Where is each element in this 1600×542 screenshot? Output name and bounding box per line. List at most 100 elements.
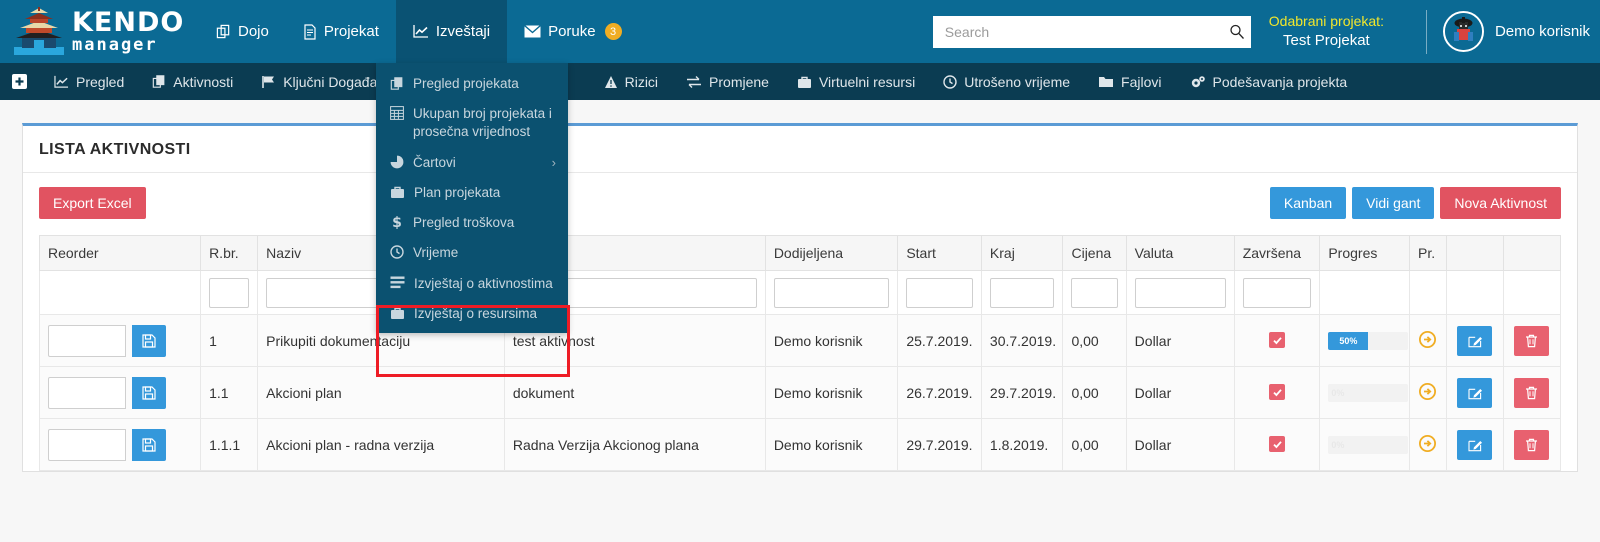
completed-checkbox[interactable] <box>1269 436 1286 453</box>
table-toolbar: Export Excel Kanban Vidi gant Nova Aktiv… <box>39 187 1561 235</box>
edit-pencil-icon[interactable] <box>1457 325 1493 356</box>
th-pr[interactable]: Pr. <box>1409 235 1447 271</box>
subnav-item-rizici[interactable]: Rizici <box>590 63 672 100</box>
trash-icon[interactable] <box>1514 325 1550 356</box>
dropdown-item-izvjestaj-o-aktivnostima[interactable]: Izvještaj o aktivnostima <box>376 269 568 299</box>
filter-input-rbr[interactable] <box>209 277 250 308</box>
dropdown-item-plan-projekata[interactable]: Plan projekata <box>376 178 568 208</box>
list-icon <box>390 276 405 289</box>
th-kraj[interactable]: Kraj <box>980 235 1064 271</box>
save-disk-icon[interactable] <box>132 324 166 357</box>
application-window: KENDO manager Dojo Projekat Izveštaji Po… <box>0 0 1600 542</box>
cell-cijena: 0,00 <box>1062 418 1127 471</box>
edit-pencil-icon[interactable] <box>1457 429 1493 460</box>
user-menu[interactable]: Demo korisnik <box>1442 11 1594 52</box>
brand-logo[interactable]: KENDO manager <box>0 0 185 63</box>
cell-rbr: 1 <box>200 314 259 367</box>
nav-item-izvestaji[interactable]: Izveštaji <box>395 0 508 63</box>
cell-start: 25.7.2019. <box>897 314 982 367</box>
th-dodijeljena[interactable]: Dodijeljena <box>764 235 899 271</box>
subnav-item-promjene[interactable]: Promjene <box>672 63 783 100</box>
filter-input-kraj[interactable] <box>989 277 1055 308</box>
table-header-row: Reorder R.br. Naziv Dodijeljena Start Kr… <box>38 235 1562 271</box>
dropdown-label-izvjestaj-o-resursima: Izvještaj o resursima <box>414 305 538 321</box>
completed-checkbox[interactable] <box>1269 384 1286 401</box>
reorder-input[interactable] <box>48 324 126 357</box>
nav-item-dojo[interactable]: Dojo <box>199 0 286 63</box>
dropdown-item-ukupan-broj-projekata[interactable]: Ukupan broj projekata i prosečna vrijedn… <box>376 99 568 147</box>
trash-icon[interactable] <box>1514 377 1550 408</box>
th-progres[interactable]: Progres <box>1319 235 1411 271</box>
panel-body: Export Excel Kanban Vidi gant Nova Aktiv… <box>23 173 1577 471</box>
filter-input-zavrsena[interactable] <box>1242 277 1312 308</box>
th-start[interactable]: Start <box>897 235 982 271</box>
th-valuta[interactable]: Valuta <box>1125 235 1235 271</box>
nav-item-projekat[interactable]: Projekat <box>286 0 396 63</box>
arrow-circle-right-icon[interactable] <box>1419 330 1437 348</box>
cell-progres: 0% <box>1319 418 1411 471</box>
chart-line-icon <box>54 75 69 89</box>
th-edit <box>1445 235 1504 271</box>
filter-input-cijena[interactable] <box>1071 277 1118 308</box>
nav-item-poruke[interactable]: Poruke 3 <box>507 0 639 63</box>
subnav-item-utroseno-vrijeme[interactable]: Utrošeno vrijeme <box>929 63 1084 100</box>
dollar-icon: $ <box>390 215 404 230</box>
search-input[interactable] <box>932 15 1251 48</box>
dropdown-item-pregled-projekata[interactable]: Pregled projekata <box>376 69 568 99</box>
dropdown-item-vrijeme[interactable]: Vrijeme <box>376 238 568 268</box>
save-disk-icon[interactable] <box>132 428 166 461</box>
reorder-input[interactable] <box>48 376 126 409</box>
table-row[interactable]: 1.1.1 Akcioni plan - radna verzija Radna… <box>38 418 1562 471</box>
project-subnav-bar: Pregled Aktivnosti Ključni Događaji Rizi… <box>0 63 1600 100</box>
new-activity-button[interactable]: Nova Aktivnost <box>1440 187 1561 219</box>
cell-edit <box>1445 418 1504 471</box>
table-icon <box>390 106 404 121</box>
search-box[interactable] <box>932 15 1251 48</box>
progress-label: 0% <box>1331 439 1345 450</box>
dropdown-item-izvjestaj-o-resursima[interactable]: Izvještaj o resursima <box>376 299 568 333</box>
trash-icon[interactable] <box>1514 429 1550 460</box>
th-zavrsena[interactable]: Završena <box>1233 235 1321 271</box>
copy-icon <box>216 24 231 39</box>
filter-input-dodijeljena[interactable] <box>773 277 890 308</box>
cell-dodijeljena: Demo korisnik <box>764 418 899 471</box>
dropdown-item-pregled-troskova[interactable]: $ Pregled troškova <box>376 208 568 238</box>
subnav-item-aktivnosti[interactable]: Aktivnosti <box>138 63 247 100</box>
subnav-item-fajlovi[interactable]: Fajlovi <box>1084 63 1175 100</box>
save-disk-icon[interactable] <box>132 376 166 409</box>
cell-reorder <box>38 418 202 471</box>
header-right-cluster: Odabrani projekat: Test Projekat <box>932 0 1600 63</box>
th-reorder[interactable]: Reorder <box>38 235 202 271</box>
flag-icon <box>261 75 276 89</box>
search-submit-button[interactable] <box>1229 24 1245 40</box>
th-rbr[interactable]: R.br. <box>200 235 259 271</box>
subnav-item-virtuelni-resursi[interactable]: Virtuelni resursi <box>783 63 929 100</box>
subnav-item-podesavanja-projekta[interactable]: Podešavanja projekta <box>1176 63 1362 100</box>
arrow-circle-right-icon[interactable] <box>1419 434 1437 452</box>
subnav-item-add[interactable] <box>0 63 40 100</box>
nav-label-poruke: Poruke <box>548 23 596 40</box>
arrow-circle-right-icon[interactable] <box>1419 382 1437 400</box>
subnav-label-promjene: Promjene <box>709 73 769 90</box>
reorder-input[interactable] <box>48 428 126 461</box>
subnav-item-pregled[interactable]: Pregled <box>40 63 138 100</box>
completed-checkbox[interactable] <box>1269 332 1286 349</box>
nav-label-dojo: Dojo <box>238 23 269 40</box>
kanban-button[interactable]: Kanban <box>1269 187 1347 219</box>
table-row[interactable]: 1.1 Akcioni plan dokument Demo korisnik … <box>38 366 1562 419</box>
filter-input-start[interactable] <box>906 277 973 308</box>
filter-input-valuta[interactable] <box>1134 277 1226 308</box>
warning-triangle-icon <box>604 75 618 89</box>
edit-pencil-icon[interactable] <box>1457 377 1493 408</box>
view-gantt-button[interactable]: Vidi gant <box>1352 187 1435 219</box>
filter-cell-zavrsena <box>1233 270 1321 315</box>
th-cijena[interactable]: Cijena <box>1062 235 1127 271</box>
export-excel-button[interactable]: Export Excel <box>39 187 146 219</box>
filter-cell-start <box>897 270 982 315</box>
dropdown-item-cartovi[interactable]: Čartovi › <box>376 148 568 178</box>
briefcase-icon <box>390 306 405 320</box>
cell-kraj: 30.7.2019. <box>980 314 1064 367</box>
clock-icon <box>390 245 404 260</box>
th-delete <box>1502 235 1562 271</box>
table-row[interactable]: 1 Prikupiti dokumentaciju test aktivnost… <box>38 314 1562 367</box>
